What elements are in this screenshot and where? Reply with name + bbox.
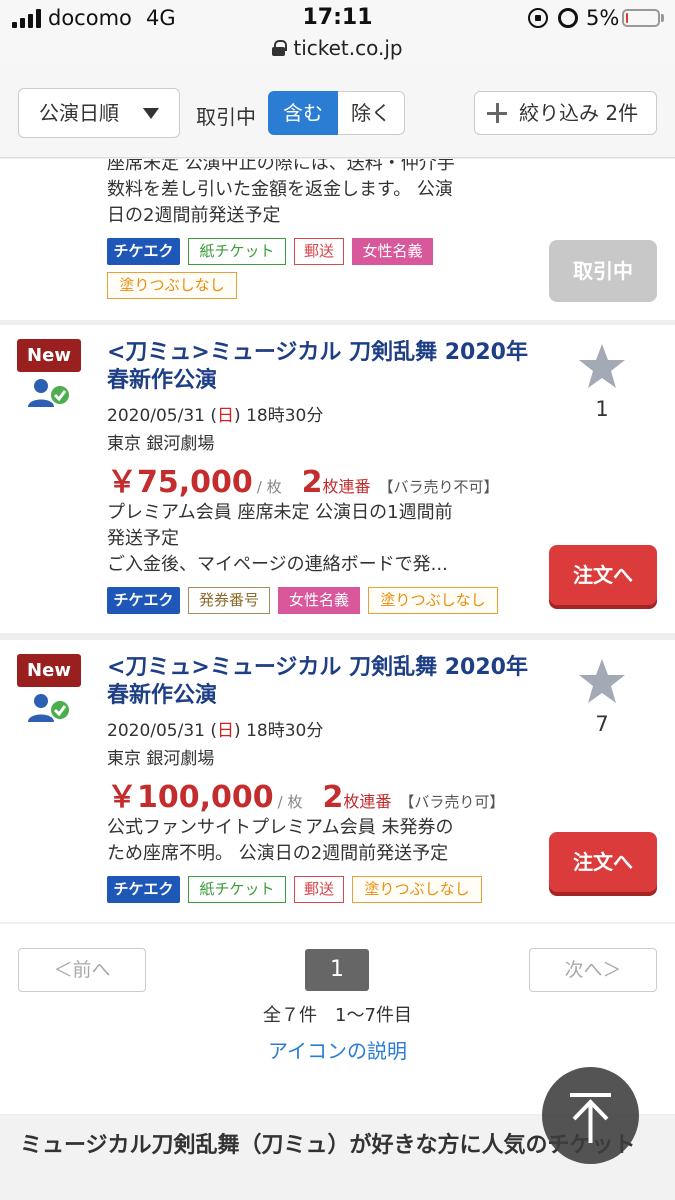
time-text: 18時30分	[246, 721, 324, 741]
weekday-close: )	[234, 721, 241, 741]
weekday-sunday: 日	[217, 406, 235, 426]
rotation-lock-icon	[528, 8, 548, 28]
listing-description-line: 数料を差し引いた金額を返金します。 公演	[107, 179, 453, 200]
battery-fill	[626, 13, 628, 23]
next-page-button[interactable]: 次へ＞	[529, 948, 657, 992]
lock-icon	[272, 40, 288, 56]
date-text: 2020/05/31	[107, 721, 205, 741]
tag-no-fill: 塗りつぶしなし	[368, 587, 498, 614]
tag-female-name: 女性名義	[278, 587, 360, 614]
tag-issue-number: 発券番号	[188, 587, 270, 614]
listing-card-partial: 座席未定 公演中止の際には、送料・仲介手 数料を差し引いた金額を返金します。 公…	[0, 159, 675, 320]
quantity-label: 枚連番	[322, 477, 371, 496]
performance-date: 2020/05/31 (日) 18時30分	[107, 716, 323, 741]
trade-status-label: 取引中	[196, 105, 256, 129]
weekday-close: )	[234, 406, 241, 426]
price-row: ￥100,000/ 枚 2枚連番 【バラ売り可】	[107, 772, 504, 816]
address-bar[interactable]: ticket.co.jp	[0, 36, 675, 60]
plus-icon	[487, 103, 507, 123]
quantity-label: 枚連番	[343, 792, 392, 811]
listing-description-line: 公式ファンサイトプレミアム会員 未発券の	[107, 817, 454, 838]
favorite-count: 7	[595, 712, 609, 736]
price-amount: ￥75,000	[107, 465, 253, 500]
filter-bar: 公演日順 取引中 含む 除く 絞り込み 2件	[0, 66, 675, 158]
battery-icon	[622, 9, 660, 27]
listing-description-line: 発送予定	[107, 528, 179, 549]
scroll-to-top-button[interactable]	[542, 1067, 639, 1164]
star-icon[interactable]	[578, 343, 626, 389]
tag-paper-ticket: 紙チケット	[188, 876, 286, 903]
venue: 東京 銀河劇場	[107, 434, 215, 454]
battery-percent: 5%	[586, 6, 620, 30]
prev-page-button[interactable]: ＜前へ	[18, 948, 146, 992]
order-button[interactable]: 注文へ	[549, 832, 657, 892]
listing-description-line: 座席未定 公演中止の際には、送料・仲介手	[107, 159, 455, 174]
tag-ticket-exchange: チケエク	[107, 876, 180, 903]
ticket-quantity: 2	[322, 780, 344, 815]
listing-title[interactable]: <刀ミュ>ミュージカル 刀剣乱舞 2020年春新作公演	[107, 339, 547, 395]
icon-help-link[interactable]: アイコンの説明	[0, 1035, 675, 1064]
tag-female-name: 女性名義	[352, 238, 433, 265]
verified-seller-icon	[28, 379, 69, 407]
include-trading-toggle[interactable]: 含む	[268, 91, 338, 135]
exclude-trading-toggle[interactable]: 除く	[338, 91, 405, 135]
listing-description-line: 日の2週間前発送予定	[107, 205, 281, 226]
arrow-up-icon	[570, 1093, 611, 1143]
tag-ticket-exchange: チケエク	[107, 587, 180, 614]
listing-description-line: プレミアム会員 座席未定 公演日の1週間前	[107, 502, 453, 523]
trading-status-button[interactable]: 取引中	[549, 240, 657, 302]
tag-mail-delivery: 郵送	[294, 876, 344, 903]
listing-title[interactable]: <刀ミュ>ミュージカル 刀剣乱舞 2020年春新作公演	[107, 654, 547, 710]
verified-seller-icon	[28, 694, 69, 722]
sort-select-value: 公演日順	[39, 101, 119, 125]
price-unit: / 枚	[277, 793, 303, 811]
time-text: 18時30分	[246, 406, 324, 426]
price-row: ￥75,000/ 枚 2枚連番 【バラ売り不可】	[107, 457, 499, 501]
new-badge: New	[17, 339, 81, 372]
tag-no-fill: 塗りつぶしなし	[107, 272, 237, 299]
caret-down-icon	[143, 108, 159, 119]
favorite-count: 1	[595, 397, 609, 421]
sort-select[interactable]: 公演日順	[18, 88, 180, 138]
ticket-quantity: 2	[301, 465, 323, 500]
alarm-icon	[558, 8, 578, 28]
performance-date: 2020/05/31 (日) 18時30分	[107, 401, 323, 426]
split-sale-note: 【バラ売り不可】	[378, 478, 499, 496]
tag-no-fill: 塗りつぶしなし	[352, 876, 482, 903]
status-bar: docomo 4G 17:11 5% ticket.co.jp	[0, 0, 675, 66]
price-unit: / 枚	[256, 478, 282, 496]
result-count: 全７件 1〜7件目	[263, 1005, 412, 1026]
listing-description-line: ご入金後、マイページの連絡ボードで発...	[107, 554, 448, 575]
price-amount: ￥100,000	[107, 780, 274, 815]
new-badge: New	[17, 654, 81, 687]
tag-mail-delivery: 郵送	[294, 238, 344, 265]
weekday-sunday: 日	[217, 721, 235, 741]
listing-description-line: ため座席不明。 公演日の2週間前発送予定	[107, 843, 449, 864]
tag-ticket-exchange: チケエク	[107, 238, 180, 265]
url-text: ticket.co.jp	[293, 36, 403, 60]
tag-paper-ticket: 紙チケット	[188, 238, 286, 265]
date-text: 2020/05/31	[107, 406, 205, 426]
filter-button[interactable]: 絞り込み 2件	[474, 91, 657, 135]
battery-tip	[661, 14, 664, 22]
split-sale-note: 【バラ売り可】	[399, 793, 505, 811]
current-page[interactable]: 1	[305, 949, 369, 991]
venue: 東京 銀河劇場	[107, 749, 215, 769]
star-icon[interactable]	[578, 658, 626, 704]
order-button[interactable]: 注文へ	[549, 545, 657, 605]
filter-button-label: 絞り込み 2件	[519, 101, 639, 125]
listing-card[interactable]: New <刀ミュ>ミュージカル 刀剣乱舞 2020年春新作公演 2020/05/…	[0, 325, 675, 633]
listing-card[interactable]: New <刀ミュ>ミュージカル 刀剣乱舞 2020年春新作公演 2020/05/…	[0, 640, 675, 922]
